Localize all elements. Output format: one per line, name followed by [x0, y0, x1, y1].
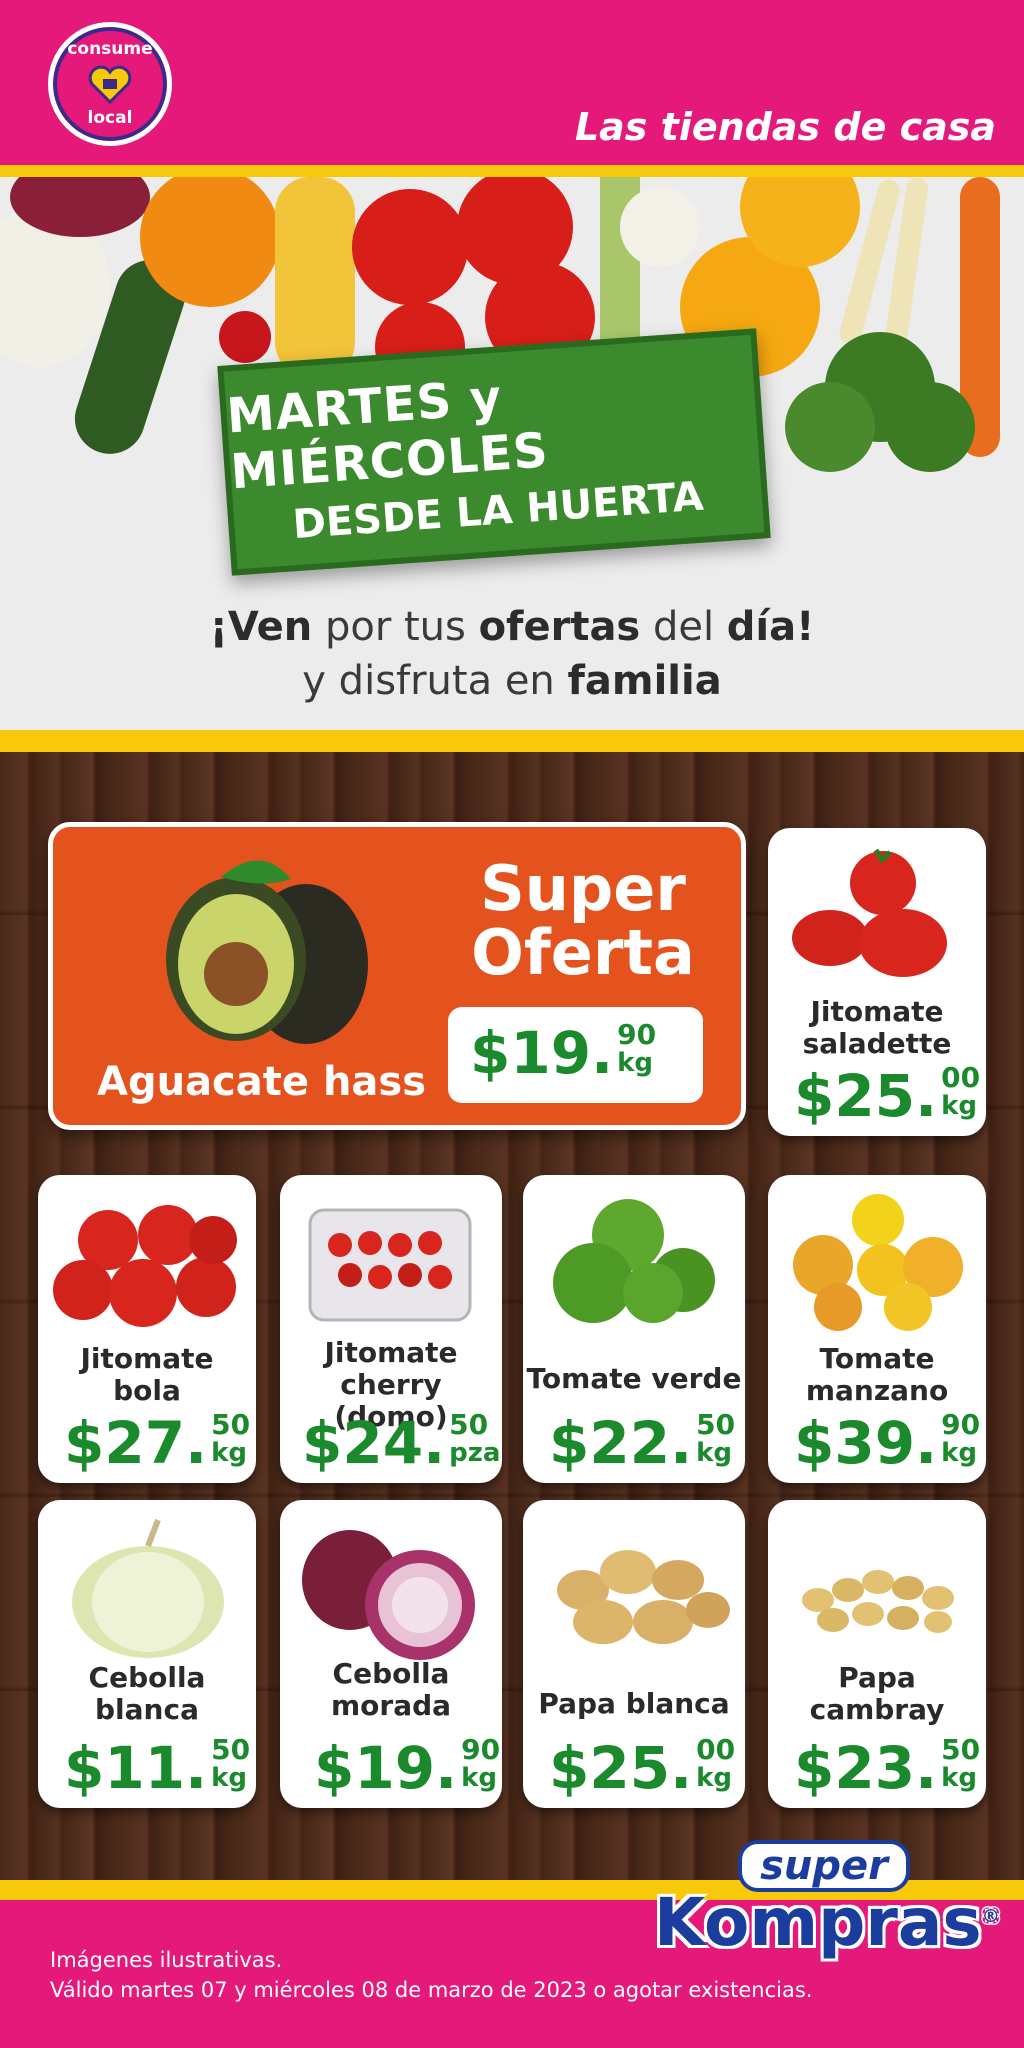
- product-card-cebolla-blanca: Cebolla blanca $11. 50 kg: [38, 1500, 256, 1808]
- white-onion-image: [72, 1518, 224, 1658]
- product-card-jitomate-bola: Jitomate bola $27. 50 kg: [38, 1175, 256, 1483]
- sign-board: MARTES y MIÉRCOLES DESDE LA HUERTA: [217, 328, 771, 576]
- hero-message: ¡Ven por tus ofertas del día! y disfruta…: [0, 600, 1024, 708]
- consume-local-badge: consume local: [48, 22, 172, 146]
- product-price: $22. 50 kg: [549, 1408, 736, 1477]
- product-card-papa-blanca: Papa blanca $25. 00 kg: [523, 1500, 745, 1808]
- product-card-jitomate-cherry: Jitomate cherry (domo) $24. 50 pza: [280, 1175, 502, 1483]
- top-banner: consume local Las tiendas de casa: [0, 0, 1024, 165]
- hero-banner: MARTES y MIÉRCOLES DESDE LA HUERTA ¡Ven …: [0, 177, 1024, 730]
- badge-top-text: consume: [67, 39, 153, 59]
- product-price: $11. 50 kg: [64, 1733, 251, 1802]
- avocado-image: [166, 860, 368, 1044]
- product-card-tomate-verde: Tomate verde $22. 50 kg: [523, 1175, 745, 1483]
- tomato-bola-image: [53, 1205, 237, 1327]
- hero-line-2: y disfruta en familia: [302, 658, 722, 704]
- product-price: $27. 50 kg: [64, 1408, 251, 1477]
- product-name: Papa blanca: [538, 1687, 730, 1720]
- potato-image: [557, 1550, 730, 1644]
- product-card-jitomate-saladette: Jitomate saladette $25. 00 kg: [768, 828, 986, 1136]
- tomate-manzano-image: [793, 1194, 963, 1331]
- baby-potato-image: [802, 1570, 954, 1633]
- super-kompras-logo: super Kompras®: [654, 1840, 1000, 1956]
- tagline: Las tiendas de casa: [574, 105, 996, 149]
- super-offer-product: Aguacate hass: [97, 1059, 427, 1105]
- product-price: $39. 90 kg: [794, 1408, 981, 1477]
- product-name: Jitomate bola: [80, 1342, 214, 1407]
- disclaimer-validity: Válido martes 07 y miércoles 08 de marzo…: [50, 1978, 813, 2002]
- product-name: Papa cambray: [809, 1661, 945, 1726]
- cherry-tomato-box-image: [308, 1208, 472, 1322]
- product-name: Jitomate saladette: [802, 995, 952, 1060]
- product-card-tomate-manzano: Tomate manzano $39. 90 kg: [768, 1175, 986, 1483]
- product-price: $25. 00 kg: [549, 1733, 736, 1802]
- badge-bottom-text: local: [87, 108, 133, 128]
- product-name: Tomate verde: [526, 1362, 742, 1395]
- product-name: Cebolla blanca: [88, 1661, 206, 1726]
- disclaimer-illustrative: Imágenes ilustrativas.: [50, 1948, 283, 1972]
- yellow-stripe: [0, 730, 1024, 752]
- product-price: $23. 50 kg: [794, 1733, 981, 1802]
- product-name: Cebolla morada: [330, 1657, 452, 1722]
- super-offer-card: Aguacate hass Super Oferta $19. 90 kg: [48, 822, 746, 1130]
- super-offer-title: Super Oferta: [471, 852, 695, 989]
- hero-line-1: ¡Ven por tus ofertas del día!: [209, 604, 815, 650]
- product-price: $25. 00 kg: [794, 1061, 981, 1130]
- product-card-papa-cambray: Papa cambray $23. 50 kg: [768, 1500, 986, 1808]
- tomato-saladette-image: [792, 848, 947, 977]
- product-name: Tomate manzano: [805, 1342, 949, 1407]
- yellow-stripe: [0, 165, 1024, 177]
- super-offer-price: $19. 90 kg: [470, 1018, 657, 1087]
- red-onion-image: [302, 1530, 475, 1660]
- product-price: $24. 50 pza: [302, 1408, 501, 1477]
- heart-icon: [88, 65, 132, 104]
- green-tomato-image: [553, 1199, 715, 1323]
- product-price: $19. 90 kg: [314, 1733, 501, 1802]
- super-offer-price-box: $19. 90 kg: [448, 1007, 703, 1103]
- product-card-cebolla-morada: Cebolla morada $19. 90 kg: [280, 1500, 502, 1808]
